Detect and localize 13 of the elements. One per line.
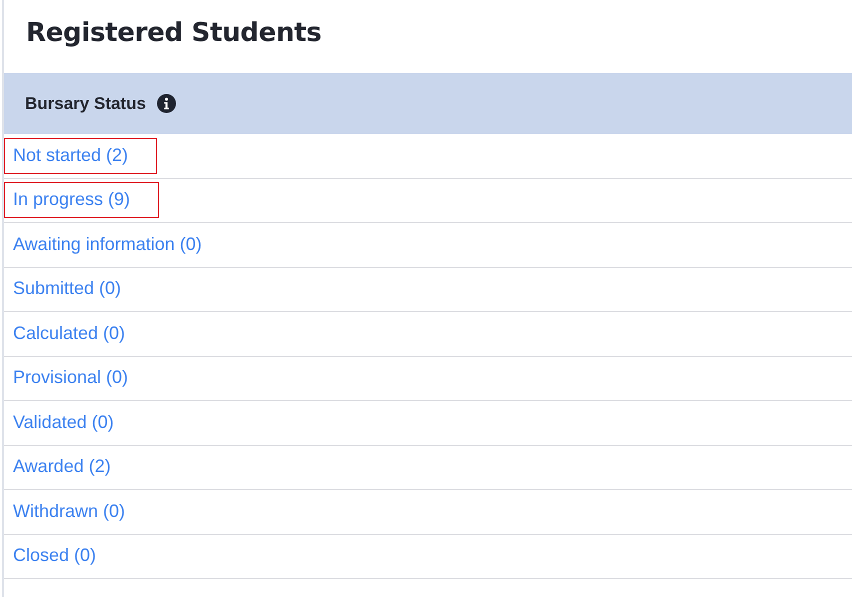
info-icon bbox=[156, 94, 176, 113]
status-link[interactable]: Awarded (2) bbox=[4, 449, 140, 486]
status-link[interactable]: Submitted (0) bbox=[4, 271, 150, 308]
status-link[interactable]: Awaiting information (0) bbox=[4, 226, 231, 263]
column-header: Bursary Status bbox=[25, 94, 146, 114]
status-link[interactable]: Not started (2) bbox=[4, 138, 158, 174]
status-link[interactable]: Provisional (0) bbox=[4, 360, 158, 396]
status-link[interactable]: Withdrawn (0) bbox=[4, 494, 154, 530]
status-link[interactable]: In progress (9) bbox=[4, 182, 160, 218]
status-link[interactable]: Calculated (0) bbox=[4, 316, 154, 352]
status-link[interactable]: Closed (0) bbox=[4, 538, 126, 574]
page-title: Registered Students bbox=[25, 17, 322, 50]
status-link[interactable]: Validated (0) bbox=[4, 404, 143, 441]
